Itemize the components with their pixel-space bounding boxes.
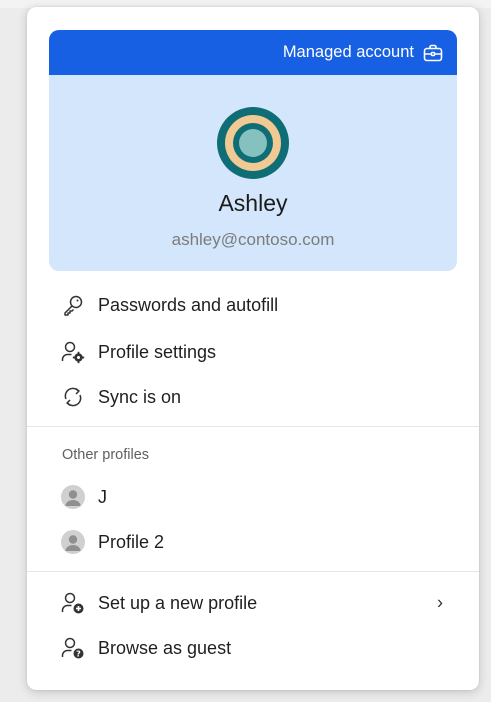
set-up-new-profile-button[interactable]: Set up a new profile › [27,583,479,623]
managed-account-banner[interactable]: Managed account [49,30,457,75]
divider [27,571,479,572]
menu-item-sync[interactable]: Sync is on [27,377,479,417]
browse-as-guest-button[interactable]: ? Browse as guest [27,628,479,668]
avatar [217,107,289,179]
chevron-right-icon: › [437,592,443,613]
menu-item-passwords-autofill[interactable]: Passwords and autofill [27,285,479,325]
browse-as-guest-label: Browse as guest [98,637,232,658]
svg-text:?: ? [76,650,81,659]
person-gear-icon [60,339,86,365]
divider [27,426,479,427]
other-profiles-heading: Other profiles [62,447,150,463]
guest-icon: ? [60,635,86,661]
menu-item-label: Passwords and autofill [98,294,279,315]
briefcase-icon [423,44,443,62]
profile-item-label: J [98,486,107,507]
set-up-new-profile-label: Set up a new profile [98,592,258,613]
person-avatar-icon [60,529,86,555]
menu-item-label: Sync is on [98,386,182,407]
profile-card: Managed account Ashley ashley@contoso.co… [49,30,457,271]
key-icon [60,292,86,318]
menu-item-profile-settings[interactable]: Profile settings [27,332,479,372]
person-avatar-icon [60,484,86,510]
managed-account-label: Managed account [282,43,414,61]
profile-email: ashley@contoso.com [171,230,335,249]
menu-item-label: Profile settings [98,341,217,362]
profile-flyout: Managed account Ashley ashley@contoso.co… [27,7,479,690]
person-add-icon [60,590,86,616]
profile-item-profile-2[interactable]: Profile 2 [27,522,479,562]
profile-name: Ashley [218,190,288,216]
profile-item-j[interactable]: J [27,477,479,517]
profile-item-label: Profile 2 [98,531,165,552]
sync-icon [60,384,86,410]
